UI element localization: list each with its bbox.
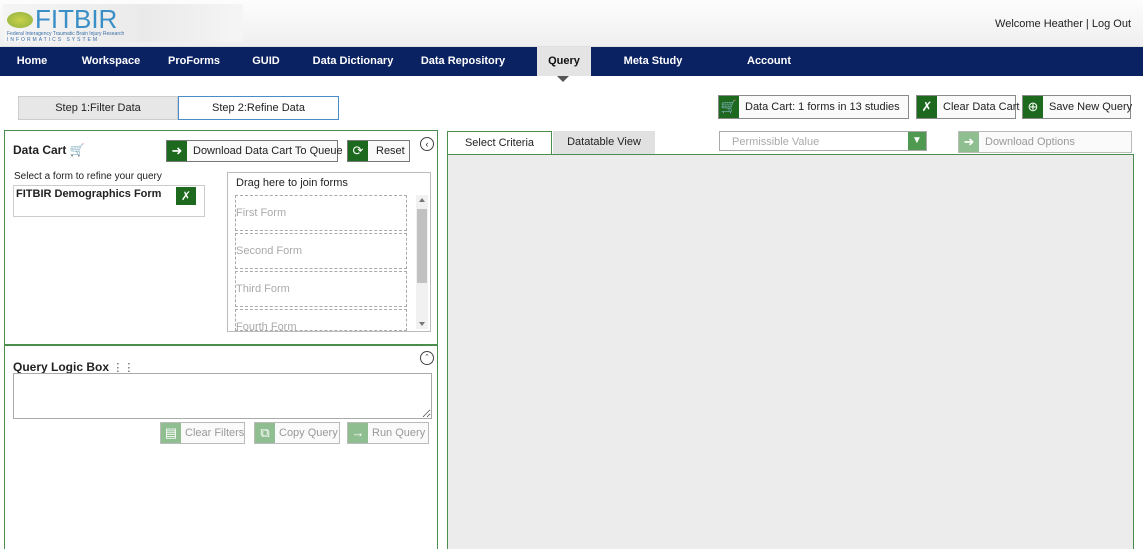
join-scrollbar[interactable] xyxy=(416,195,428,329)
query-logic-title-text: Query Logic Box xyxy=(13,360,110,374)
refresh-icon: ⟳ xyxy=(348,141,368,161)
nav-query[interactable]: Query xyxy=(537,47,591,76)
download-icon: ➜ xyxy=(167,141,187,161)
cart-outline-icon: 🛒 xyxy=(69,143,85,157)
nav-data-dictionary[interactable]: Data Dictionary xyxy=(311,47,395,76)
download-options-button[interactable]: ➜ Download Options xyxy=(958,131,1132,153)
scroll-up-icon[interactable] xyxy=(419,198,425,202)
run-query-button[interactable]: → Run Query xyxy=(347,422,429,444)
main-nav: Home Workspace ProForms GUID Data Dictio… xyxy=(0,47,1143,96)
join-slot-first[interactable]: First Form xyxy=(235,195,407,231)
join-slot-fourth[interactable]: Fourth Form xyxy=(235,309,407,331)
data-cart-title-text: Data Cart xyxy=(13,143,67,157)
logout-link[interactable]: Log Out xyxy=(1092,18,1131,30)
reset-button[interactable]: ⟳ Reset xyxy=(347,140,410,162)
permissible-value-placeholder: Permissible Value xyxy=(732,136,820,148)
remove-from-cart-icon[interactable]: ✗ xyxy=(176,187,196,205)
step1-filter-data-tab[interactable]: Step 1:Filter Data xyxy=(18,96,178,120)
download-options-label: Download Options xyxy=(985,136,1075,148)
clear-data-cart-label: Clear Data Cart xyxy=(943,101,1020,113)
fitbir-logo[interactable]: FITBIR Federal Interagency Traumatic Bra… xyxy=(3,4,243,43)
download-data-cart-label: Download Data Cart To Queue xyxy=(193,145,343,157)
clear-cart-icon: ✗ xyxy=(917,96,937,118)
query-logic-title: Query Logic Box ⋮⋮ xyxy=(13,360,134,374)
collapse-left-icon[interactable]: ‹ xyxy=(420,137,434,151)
permissible-value-select[interactable]: Permissible Value ▼ xyxy=(719,131,927,151)
active-nav-caret xyxy=(557,76,569,82)
nav-proforms[interactable]: ProForms xyxy=(164,47,224,76)
trash-icon: ▤ xyxy=(161,423,181,443)
data-cart-title: Data Cart 🛒 xyxy=(13,143,85,157)
nav-meta-study[interactable]: Meta Study xyxy=(620,47,686,76)
copy-query-button[interactable]: ⧉ Copy Query xyxy=(254,422,340,444)
nav-data-repository[interactable]: Data Repository xyxy=(420,47,506,76)
scroll-down-icon[interactable] xyxy=(419,322,425,326)
query-logic-textarea[interactable] xyxy=(13,373,432,419)
select-form-label: Select a form to refine your query xyxy=(14,171,162,182)
clear-filters-label: Clear Filters xyxy=(185,427,245,439)
save-new-query-label: Save New Query xyxy=(1049,101,1133,113)
copy-icon: ⧉ xyxy=(255,423,275,443)
join-slot-second[interactable]: Second Form xyxy=(235,233,407,269)
download-options-icon: ➜ xyxy=(959,132,979,152)
data-cart-summary-label: Data Cart: 1 forms in 13 studies xyxy=(745,101,900,113)
download-data-cart-to-queue-button[interactable]: ➜ Download Data Cart To Queue xyxy=(166,140,343,162)
nav-account-management[interactable]: Account Management xyxy=(712,47,826,96)
arrow-right-icon: → xyxy=(348,423,368,443)
reset-label: Reset xyxy=(376,145,405,157)
nav-guid[interactable]: GUID xyxy=(247,47,285,76)
join-forms-title: Drag here to join forms xyxy=(236,177,348,189)
nav-workspace[interactable]: Workspace xyxy=(78,47,144,76)
collapse-up-icon[interactable]: ˆ xyxy=(420,351,434,365)
chevron-down-icon: ▼ xyxy=(908,132,926,150)
join-forms-dropzone[interactable]: Drag here to join forms First Form Secon… xyxy=(227,172,431,332)
cart-icon: 🛒 xyxy=(719,96,739,118)
welcome-separator: | xyxy=(1082,18,1092,30)
step2-refine-data-tab[interactable]: Step 2:Refine Data xyxy=(178,96,339,120)
clear-data-cart-button[interactable]: ✗ Clear Data Cart xyxy=(916,95,1020,119)
welcome-bar: Welcome Heather | Log Out xyxy=(995,18,1131,30)
join-slot-third[interactable]: Third Form xyxy=(235,271,407,307)
welcome-text: Welcome Heather xyxy=(995,18,1083,30)
copy-query-label: Copy Query xyxy=(279,427,338,439)
nav-home[interactable]: Home xyxy=(10,47,54,76)
logo-subtitle-2: INFORMATICS SYSTEM xyxy=(7,37,100,43)
form-list: FITBIR Demographics Form ✗ xyxy=(13,185,205,217)
scroll-thumb[interactable] xyxy=(417,209,427,283)
brain-logo-icon xyxy=(7,12,33,28)
clear-filters-button[interactable]: ▤ Clear Filters xyxy=(160,422,245,444)
zoom-plus-icon: ⊕ xyxy=(1023,96,1043,118)
selected-form-item[interactable]: FITBIR Demographics Form xyxy=(16,188,161,200)
save-new-query-button[interactable]: ⊕ Save New Query xyxy=(1022,95,1133,119)
run-query-label: Run Query xyxy=(372,427,426,439)
tab-datatable-view[interactable]: Datatable View xyxy=(553,131,655,154)
app-header: FITBIR Federal Interagency Traumatic Bra… xyxy=(0,0,1143,47)
criteria-content-area xyxy=(447,154,1134,549)
data-cart-summary-button[interactable]: 🛒 Data Cart: 1 forms in 13 studies xyxy=(718,95,909,119)
tab-select-criteria[interactable]: Select Criteria xyxy=(447,131,552,155)
